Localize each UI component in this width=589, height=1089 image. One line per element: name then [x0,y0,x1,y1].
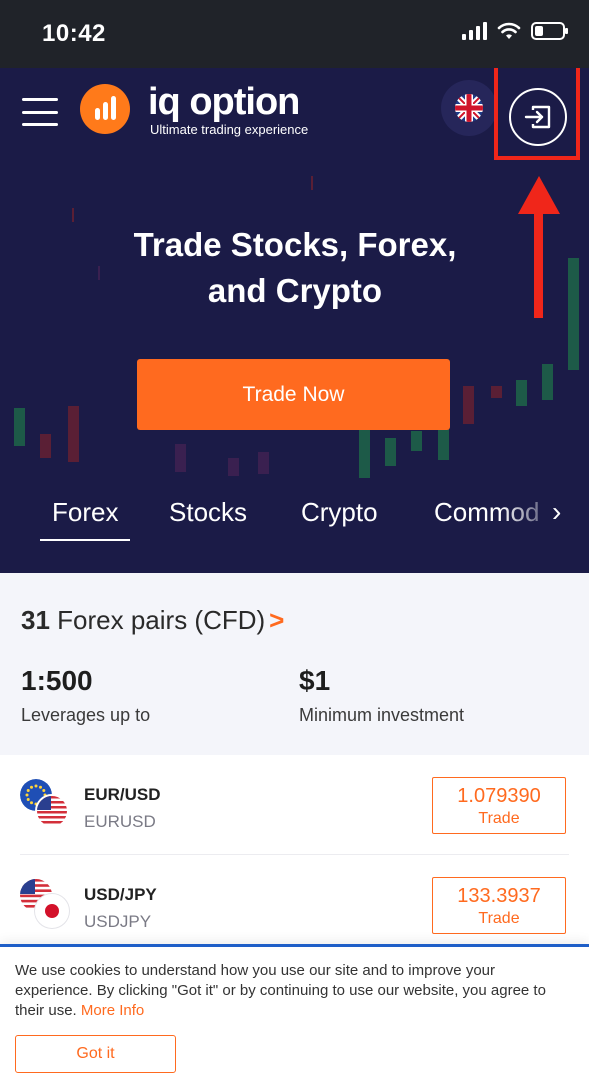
pair-name: EUR/USD [84,785,161,804]
pairs-count: 31 [21,605,50,635]
status-icons [462,22,568,40]
candle-decoration [40,434,51,458]
tabs-fade [500,494,589,538]
pair-code: USDJPY [84,912,152,931]
trade-label: Trade [478,910,520,927]
candle-decoration [491,386,502,398]
hero-title-line1: Trade Stocks, Forex, [133,226,457,263]
signal-icon [462,22,487,40]
leverage-value: 1:500 [21,665,93,696]
trade-label: Trade [478,810,520,827]
logo-icon [80,84,130,134]
status-time: 10:42 [42,20,106,47]
candle-decoration [568,258,579,370]
tab-forex[interactable]: Forex [39,494,132,541]
tab-crypto[interactable]: Crypto [301,494,378,530]
more-info-link[interactable]: More Info [81,1002,144,1019]
category-tabs: Forex Stocks Crypto Commod › [0,494,589,544]
hamburger-menu-icon[interactable] [22,98,58,126]
uk-flag-icon [455,94,483,122]
candle-decoration [542,364,553,400]
candle-decoration [385,438,396,466]
us-flag-icon [35,794,69,828]
candle-decoration [311,176,313,190]
trade-button[interactable]: 1.079390 Trade [432,777,566,834]
candle-decoration [14,408,25,446]
pairs-text: Forex pairs (CFD) [57,605,266,635]
status-bar: 10:42 [0,0,589,68]
trade-price: 133.3937 [457,885,541,907]
candle-decoration [228,458,239,476]
forex-stats-panel: 31 Forex pairs (CFD) > 1:500 Leverages up… [0,573,589,755]
min-invest-value: $1 [299,665,331,696]
candle-decoration [72,208,74,222]
candle-decoration [68,406,79,462]
trade-now-button[interactable]: Trade Now [137,359,450,430]
language-button[interactable] [441,80,497,136]
wifi-icon [497,22,521,39]
chevron-right-icon[interactable]: › [552,496,561,528]
candle-decoration [463,386,474,424]
instrument-row[interactable]: EUR/USD EURUSD 1.079390 Trade [0,755,589,855]
candle-decoration [516,380,527,406]
pair-code: EURUSD [84,812,156,831]
logo-wordmark: iq option [148,81,300,123]
forex-pairs-link[interactable]: 31 Forex pairs (CFD) > [21,605,284,636]
candle-decoration [175,444,186,472]
pair-name: USD/JPY [84,885,157,904]
chevron-right-icon: > [269,605,285,635]
battery-icon [531,22,568,40]
logo-tagline: Ultimate trading experience [150,122,309,137]
min-invest-label: Minimum investment [299,705,465,725]
hero-title-line2: and Crypto [207,272,383,309]
candle-decoration [411,431,422,451]
trade-price: 1.079390 [457,785,541,807]
instrument-row[interactable]: USD/JPY USDJPY 133.3937 Trade [0,855,589,955]
tab-stocks[interactable]: Stocks [169,494,247,530]
annotation-highlight-box [494,68,580,160]
candle-decoration [359,428,370,478]
leverage-label: Leverages up to [21,705,151,725]
hero-section: iq option Ultimate trading experience Tr… [0,68,589,573]
got-it-button[interactable]: Got it [15,1035,176,1073]
japan-flag-icon [35,894,69,928]
annotation-arrow-shaft [534,208,543,318]
battery-level [535,26,543,36]
hero-title: Trade Stocks, Forex, and Crypto [80,222,510,314]
candle-decoration [258,452,269,474]
cookie-banner: We use cookies to understand how you use… [0,944,589,1089]
trade-button[interactable]: 133.3937 Trade [432,877,566,934]
cookie-text: We use cookies to understand how you use… [15,961,575,1021]
